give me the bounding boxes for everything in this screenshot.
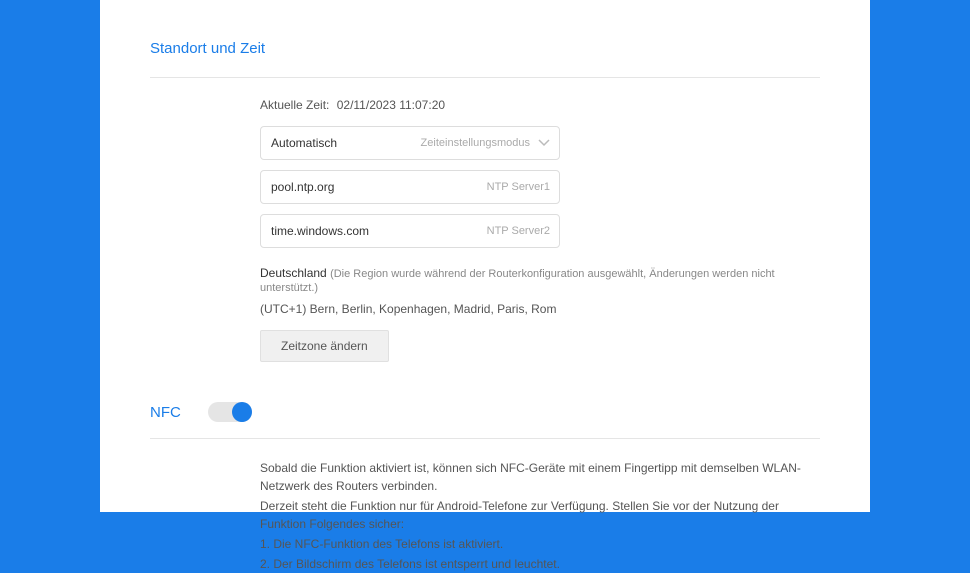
change-timezone-button[interactable]: Zeitzone ändern — [260, 330, 389, 362]
nfc-title: NFC — [150, 404, 208, 421]
timezone-text: (UTC+1) Bern, Berlin, Kopenhagen, Madrid… — [260, 302, 820, 316]
nfc-desc-line: Derzeit steht die Funktion nur für Andro… — [260, 497, 820, 533]
time-mode-select[interactable]: Automatisch Zeiteinstellungsmodus — [260, 126, 560, 160]
current-time-label: Aktuelle Zeit: — [260, 98, 329, 112]
ntp1-row: NTP Server1 — [260, 170, 560, 204]
nfc-desc-line: Sobald die Funktion aktiviert ist, könne… — [260, 459, 820, 495]
current-time-value: 02/11/2023 11:07:20 — [337, 98, 445, 112]
nfc-desc-line: 1. Die NFC-Funktion des Telefons ist akt… — [260, 535, 820, 553]
nfc-description: Sobald die Funktion aktiviert ist, könne… — [260, 459, 820, 573]
divider — [150, 438, 820, 439]
ntp2-input[interactable] — [260, 214, 560, 248]
divider — [150, 77, 820, 78]
toggle-knob — [232, 402, 252, 422]
region-note: (Die Region wurde während der Routerkonf… — [260, 268, 775, 294]
nfc-desc-line: 2. Der Bildschirm des Telefons ist entsp… — [260, 555, 820, 573]
ntp1-input[interactable] — [260, 170, 560, 204]
time-mode-value: Automatisch — [260, 126, 560, 160]
current-time-row: Aktuelle Zeit: 02/11/2023 11:07:20 — [260, 98, 820, 112]
ntp2-row: NTP Server2 — [260, 214, 560, 248]
nfc-toggle[interactable] — [208, 402, 252, 422]
location-time-title: Standort und Zeit — [150, 40, 820, 57]
region-row: Deutschland (Die Region wurde während de… — [260, 266, 820, 294]
region-name: Deutschland — [260, 266, 327, 280]
